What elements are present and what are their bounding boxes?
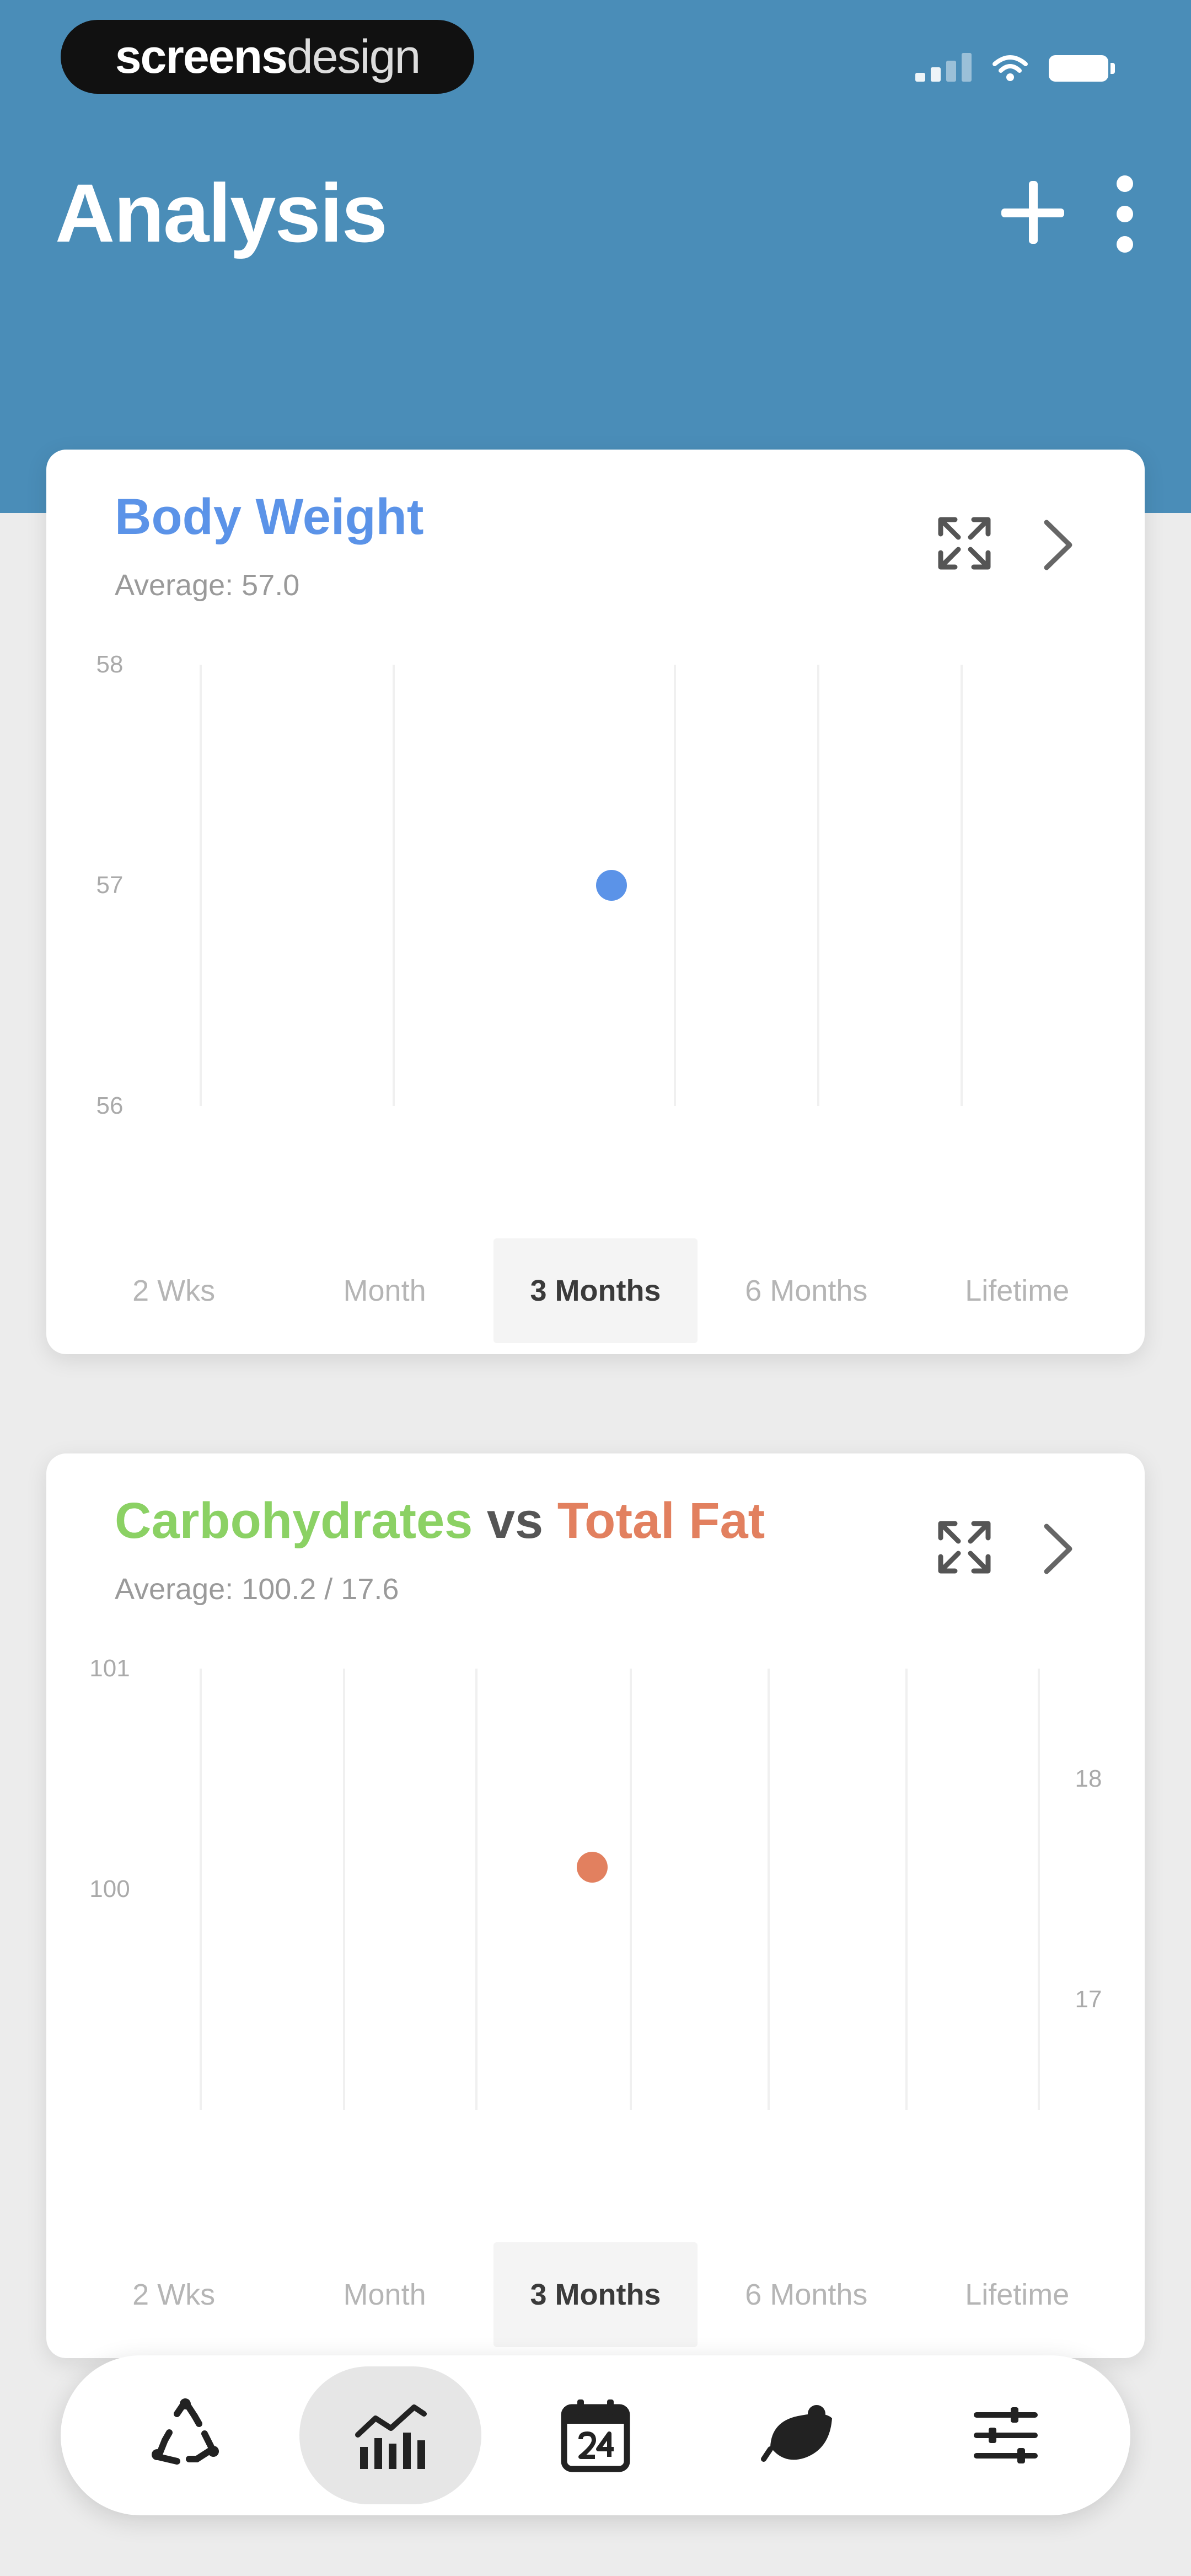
y-tick-label: 101 xyxy=(89,1655,130,1682)
y-right-tick-label: 17 xyxy=(1075,1986,1102,2013)
analytics-chart-icon xyxy=(355,2404,427,2469)
card-average: Average: 100.2 / 17.6 xyxy=(115,1573,399,1606)
period-option[interactable]: 6 Months xyxy=(704,1238,908,1343)
y-right-tick-label: 18 xyxy=(1075,1765,1102,1792)
period-option[interactable]: Month xyxy=(283,2242,487,2347)
period-option[interactable]: 2 Wks xyxy=(72,2242,276,2347)
bottom-navigation xyxy=(61,2355,1130,2515)
expand-icon[interactable] xyxy=(934,1517,995,1578)
nav-calendar[interactable] xyxy=(505,2366,686,2504)
recycle-icon xyxy=(152,2398,219,2465)
card-average: Average: 57.0 xyxy=(115,569,300,602)
period-option[interactable]: Lifetime xyxy=(915,1238,1119,1343)
brand-bold: screens xyxy=(115,30,288,83)
wifi-icon xyxy=(993,55,1028,81)
nav-recycle[interactable] xyxy=(94,2366,276,2504)
more-options-button[interactable] xyxy=(1108,175,1141,253)
total-fat-title: Total Fat xyxy=(557,1493,765,1549)
vs-label: vs xyxy=(486,1493,544,1549)
y-tick-label: 57 xyxy=(96,872,124,899)
body-weight-title: Body Weight xyxy=(115,489,424,545)
nav-food[interactable] xyxy=(710,2366,892,2504)
chevron-right-icon[interactable] xyxy=(1037,1519,1081,1579)
sliders-icon xyxy=(974,2407,1038,2463)
carbs-vs-fat-card: Carbohydrates vs Total Fat Average: 100.… xyxy=(46,1453,1145,2358)
period-option[interactable]: Month xyxy=(283,1238,487,1343)
status-icons xyxy=(915,49,1115,82)
body-weight-card: Body Weight Average: 57.0 58 57 56 2 Wks Mo… xyxy=(46,450,1145,1354)
calendar-24-icon xyxy=(561,2399,630,2472)
period-option[interactable]: 2 Wks xyxy=(72,1238,276,1343)
period-option[interactable]: 3 Months xyxy=(493,1238,698,1343)
chevron-right-icon[interactable] xyxy=(1037,515,1081,575)
page-title: Analysis xyxy=(55,167,388,259)
period-selector: 2 Wks Month 3 Months 6 Months Lifetime xyxy=(46,2231,1145,2358)
signal-icon xyxy=(915,49,972,82)
brand-light: design xyxy=(286,30,421,83)
battery-icon xyxy=(1049,55,1115,82)
period-option[interactable]: 6 Months xyxy=(704,2242,908,2347)
body-weight-chart: 58 57 56 xyxy=(96,651,963,1119)
y-tick-label: 56 xyxy=(96,1092,124,1119)
period-option[interactable]: 3 Months xyxy=(493,2242,698,2347)
brand-badge: screens design xyxy=(61,20,474,94)
add-button[interactable] xyxy=(997,177,1069,248)
card-title: Body Weight xyxy=(115,488,424,546)
carbs-vs-fat-chart: 101 100 18 17 xyxy=(89,1655,1102,2110)
carbohydrates-title: Carbohydrates xyxy=(115,1493,473,1549)
data-point xyxy=(577,1852,608,1883)
period-option[interactable]: Lifetime xyxy=(915,2242,1119,2347)
card-title: Carbohydrates vs Total Fat xyxy=(115,1492,765,1550)
data-point xyxy=(596,870,627,901)
nav-settings[interactable] xyxy=(915,2366,1097,2504)
expand-icon[interactable] xyxy=(934,513,995,574)
period-selector: 2 Wks Month 3 Months 6 Months Lifetime xyxy=(46,1227,1145,1354)
nav-analysis[interactable] xyxy=(299,2366,481,2504)
y-tick-label: 100 xyxy=(89,1875,130,1902)
food-icon xyxy=(761,2405,832,2462)
y-tick-label: 58 xyxy=(96,651,124,678)
